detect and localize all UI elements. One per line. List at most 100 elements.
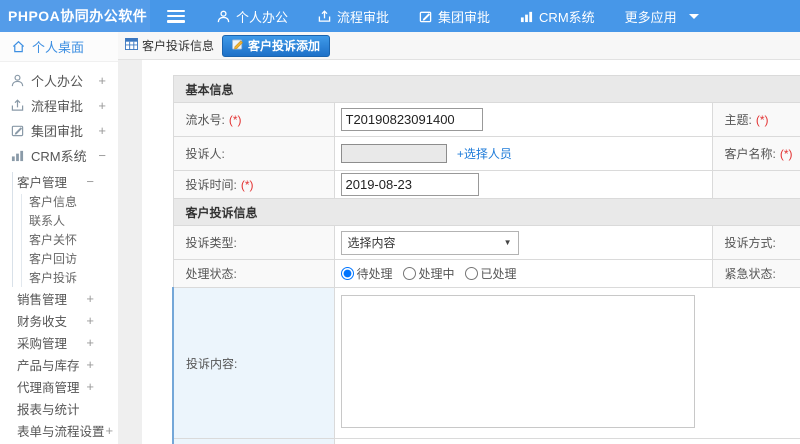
urgent-status-label: 紧急状态:	[711, 259, 800, 288]
required-mark: (*)	[755, 113, 769, 127]
expand-icon[interactable]: +	[106, 423, 114, 438]
sidebar-item-finance[interactable]: 财务收支 +	[0, 309, 118, 331]
sidebar-item-product-inventory[interactable]: 产品与库存 +	[0, 353, 118, 375]
radio-processing[interactable]: 处理中	[402, 265, 455, 282]
next-row-label	[172, 438, 335, 444]
tab-complaint-info[interactable]: 客户投诉信息	[125, 37, 222, 54]
complaint-method-label: 投诉方式:	[711, 225, 800, 260]
top-navbar: PHPOA协同办公软件 个人办公 流程审批 集团审批 CRM系统 更多应用	[0, 0, 800, 32]
radio-pending-input[interactable]	[340, 267, 354, 280]
sidebar-crm-groups: 销售管理 + 财务收支 + 采购管理 + 产品与库存 + 代理商管理 + 报表与…	[0, 287, 118, 441]
edit-icon	[419, 10, 432, 23]
complaint-content-textarea[interactable]	[340, 295, 695, 428]
person-icon	[10, 74, 24, 87]
select-value: 选择内容	[347, 236, 396, 250]
tab-complaint-add[interactable]: 客户投诉添加	[222, 34, 331, 57]
tab-bar: 客户投诉信息 客户投诉添加	[118, 32, 800, 60]
sidebar-item-agent-mgmt[interactable]: 代理商管理 +	[0, 375, 118, 397]
sidebar-item-purchase-mgmt[interactable]: 采购管理 +	[0, 331, 118, 353]
form-add-icon	[232, 38, 244, 53]
radio-processed-input[interactable]	[464, 267, 478, 280]
complaint-type-select[interactable]: 选择内容 ▼	[340, 230, 519, 255]
complaint-time-input[interactable]	[340, 173, 479, 196]
sidebar-item-reports[interactable]: 报表与统计	[0, 397, 118, 419]
sidebar-item-crm[interactable]: CRM系统 −	[0, 143, 118, 168]
edit-icon	[10, 124, 24, 137]
sidebar-item-workflow-approval[interactable]: 流程审批 +	[0, 93, 118, 118]
sidebar-item-label: 集团审批	[31, 124, 84, 139]
tab-label: 客户投诉信息	[142, 39, 215, 53]
serial-input[interactable]	[340, 108, 483, 131]
customer-name-label: 客户名称: (*)	[711, 136, 800, 171]
sidebar-item-desktop[interactable]: 个人桌面	[0, 32, 118, 62]
sidebar-item-customer-info[interactable]: 客户信息	[0, 192, 118, 211]
sidebar-item-label: CRM系统	[31, 149, 87, 164]
topnav-label: 更多应用	[624, 9, 677, 25]
app-window: PHPOA协同办公软件 个人办公 流程审批 集团审批 CRM系统 更多应用 个人…	[0, 0, 800, 444]
complaint-time-label: 投诉时间: (*)	[172, 170, 335, 199]
sidebar-item-customer-care[interactable]: 客户关怀	[0, 230, 118, 249]
collapse-icon[interactable]: −	[98, 148, 106, 163]
home-icon	[11, 40, 25, 53]
complainant-input[interactable]	[340, 144, 447, 163]
topnav-more-apps[interactable]: 更多应用	[625, 7, 699, 26]
sidebar-item-personal-office[interactable]: 个人办公 +	[0, 68, 118, 93]
sidebar-item-customer-callback[interactable]: 客户回访	[0, 249, 118, 268]
expand-icon[interactable]: +	[98, 123, 106, 138]
tab-label: 客户投诉添加	[248, 39, 321, 53]
sidebar-item-label: 表单与流程设置	[17, 424, 105, 439]
topnav-workflow-approval[interactable]: 流程审批	[318, 7, 389, 26]
caret-down-icon	[688, 13, 699, 19]
expand-icon[interactable]: +	[98, 98, 106, 113]
radio-processed[interactable]: 已处理	[464, 265, 517, 282]
sidebar-item-label: 个人桌面	[32, 40, 85, 55]
expand-icon[interactable]: +	[86, 379, 94, 394]
expand-icon[interactable]: +	[86, 313, 94, 328]
hamburger-menu-icon[interactable]	[167, 9, 185, 23]
radio-pending[interactable]: 待处理	[340, 265, 393, 282]
sidebar-item-label: 销售管理	[17, 292, 68, 307]
handle-status-radio-group: 待处理 处理中 已处理	[340, 265, 712, 282]
sidebar-item-label: 客户关怀	[29, 233, 78, 247]
sidebar-item-contacts[interactable]: 联系人	[0, 211, 118, 230]
sidebar-item-group-approval[interactable]: 集团审批 +	[0, 118, 118, 143]
radio-processing-input[interactable]	[402, 267, 416, 280]
flow-icon	[318, 9, 331, 23]
expand-icon[interactable]: +	[86, 291, 94, 306]
sidebar-item-label: 报表与统计	[17, 402, 80, 417]
topnav-group-approval[interactable]: 集团审批	[419, 7, 490, 26]
expand-icon[interactable]: +	[86, 357, 94, 372]
sidebar-item-label: 客户回访	[29, 252, 78, 266]
select-caret-icon: ▼	[503, 238, 512, 247]
table-icon	[125, 38, 138, 53]
flow-icon	[10, 99, 24, 112]
topnav-label: 流程审批	[337, 9, 390, 25]
sidebar-item-label: 采购管理	[17, 336, 68, 351]
collapse-icon[interactable]: −	[86, 174, 94, 189]
sidebar-item-label: 代理商管理	[17, 380, 80, 395]
expand-icon[interactable]: +	[86, 335, 94, 350]
pick-person-link[interactable]: +选择人员	[457, 147, 512, 161]
sidebar-item-label: 财务收支	[17, 314, 68, 329]
sidebar: 个人桌面 个人办公 + 流程审批 + 集团审批 + CRM系统 − 客户管理 −…	[0, 32, 118, 444]
complaint-type-label: 投诉类型:	[172, 225, 335, 260]
chart-icon	[10, 149, 24, 162]
sidebar-item-sales-mgmt[interactable]: 销售管理 +	[0, 287, 118, 309]
required-mark: (*)	[779, 147, 793, 161]
person-icon	[217, 10, 230, 23]
sidebar-item-customer-mgmt[interactable]: 客户管理 −	[0, 170, 118, 192]
topnav-personal-office[interactable]: 个人办公	[217, 7, 288, 26]
tree-guide-line	[12, 172, 13, 287]
sidebar-item-label: 联系人	[29, 214, 66, 228]
sidebar-item-customer-complaint[interactable]: 客户投诉	[0, 268, 118, 287]
sidebar-item-label: 个人办公	[31, 74, 84, 89]
topnav-crm[interactable]: CRM系统	[520, 7, 595, 26]
complaint-form-table: 基本信息 流水号:(*) 主题:(*) 投诉人:	[172, 75, 800, 444]
sidebar-item-form-workflow-settings[interactable]: 表单与流程设置 +	[0, 419, 118, 441]
topnav-label: CRM系统	[539, 9, 595, 25]
section-header-basic: 基本信息	[172, 75, 800, 103]
expand-icon[interactable]: +	[98, 73, 106, 88]
chart-icon	[520, 10, 533, 23]
sidebar-item-label: 客户管理	[17, 175, 68, 190]
tree-guide-line	[21, 194, 22, 287]
